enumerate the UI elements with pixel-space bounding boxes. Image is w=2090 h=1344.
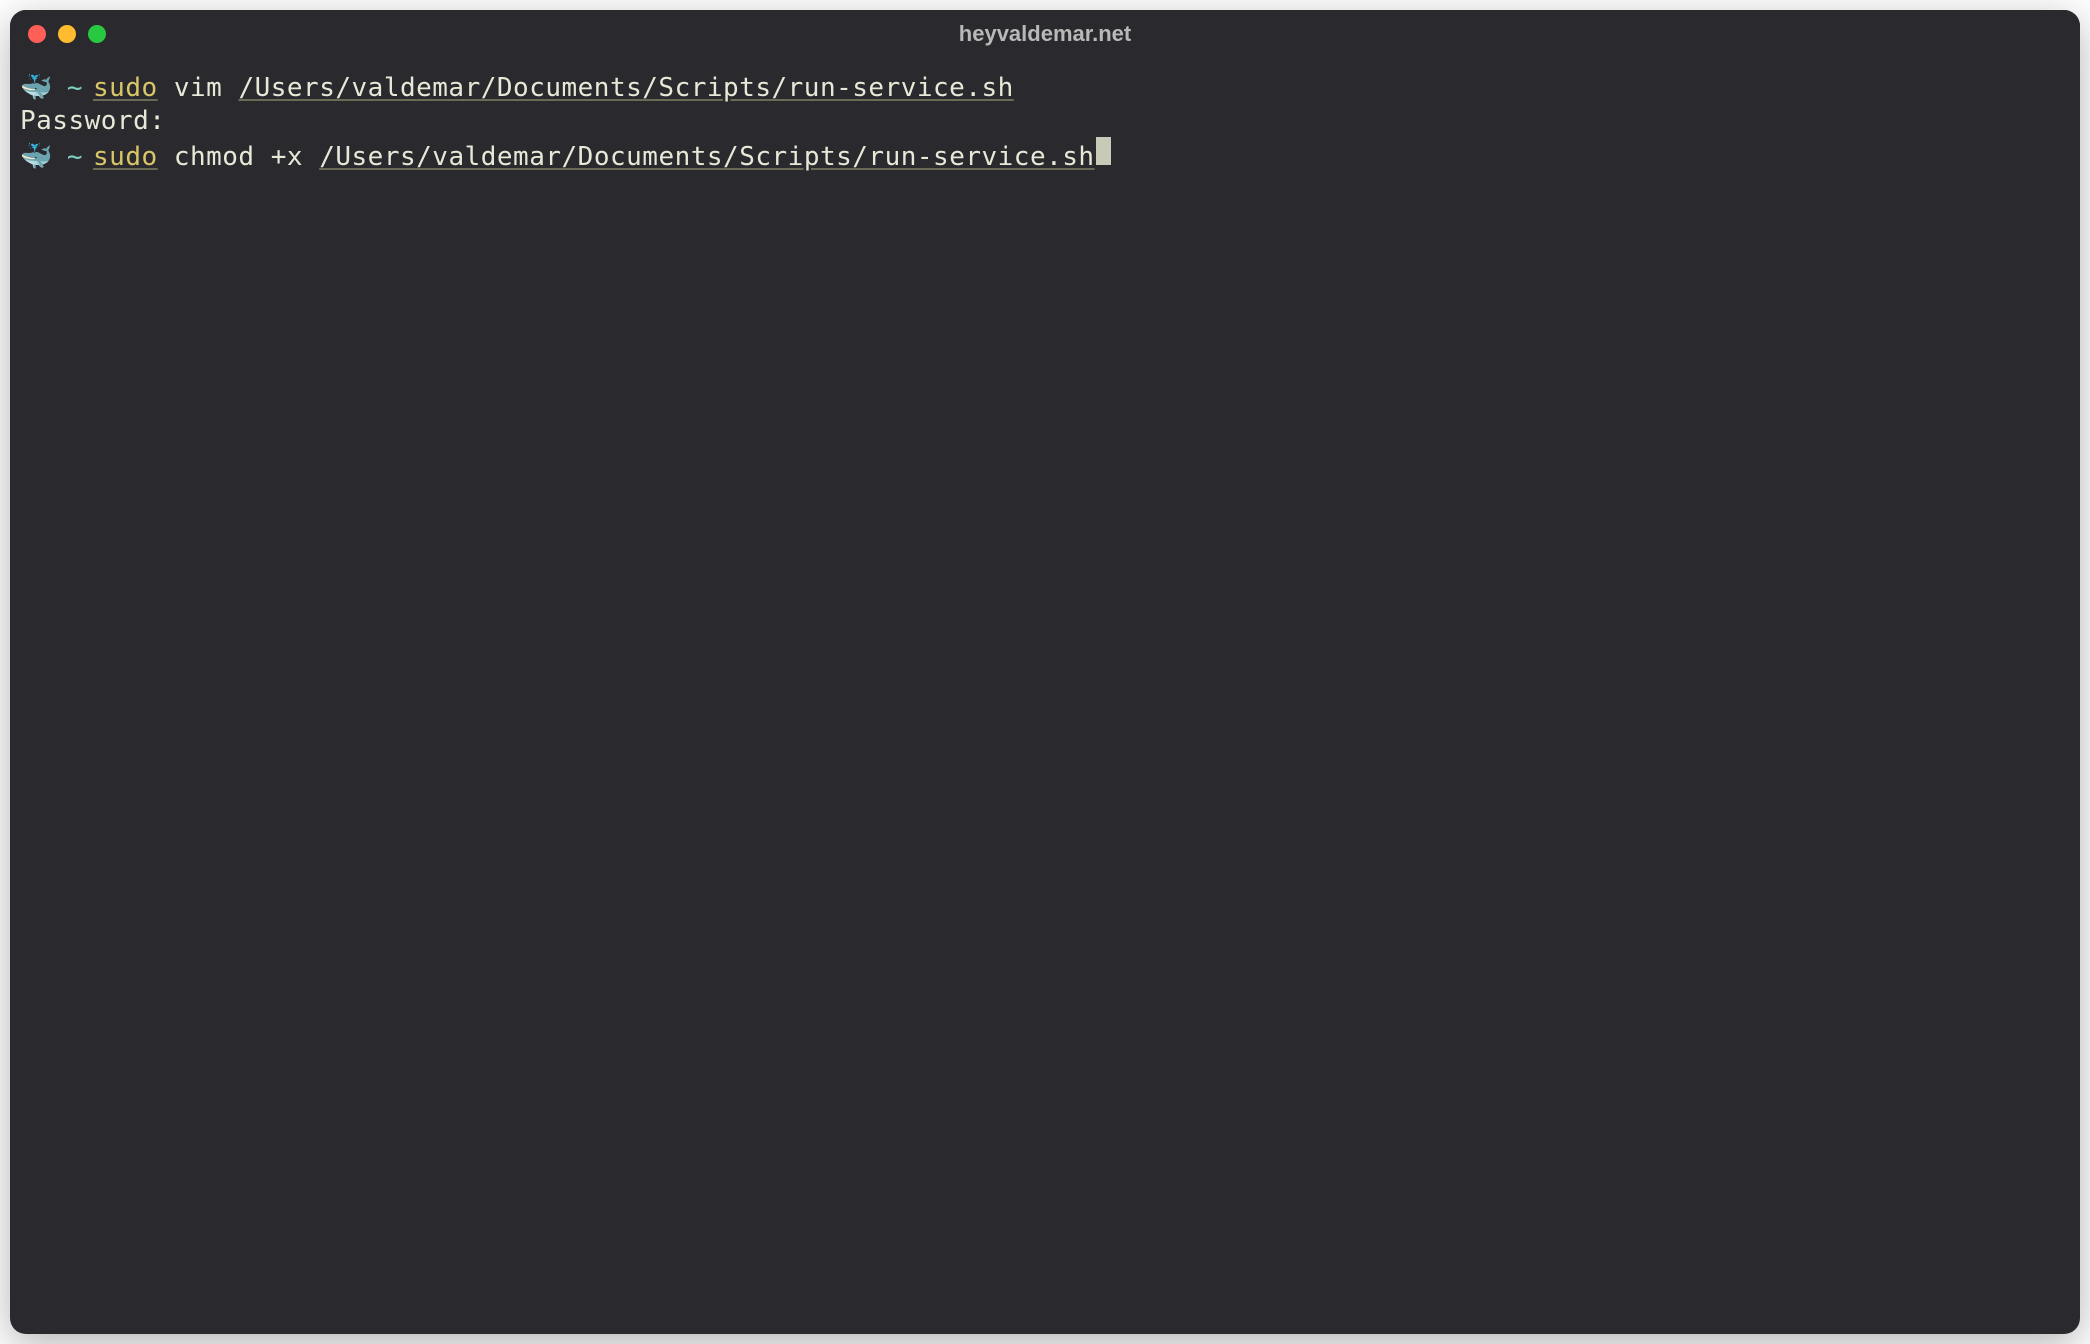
file-path: /Users/valdemar/Documents/Scripts/run-se…	[238, 72, 1013, 105]
prompt-tilde: ~	[67, 141, 83, 174]
command-name: vim	[174, 72, 222, 105]
prompt-tilde: ~	[67, 72, 83, 105]
password-prompt: Password:	[20, 105, 165, 138]
close-button[interactable]	[28, 25, 46, 43]
sudo-command: sudo	[93, 141, 158, 174]
cursor	[1096, 137, 1111, 165]
terminal-line-3: 🐳 ~ sudo chmod +x /Users/valdemar/Docume…	[20, 137, 2070, 174]
sudo-command: sudo	[93, 72, 158, 105]
terminal-window: heyvaldemar.net 🐳 ~ sudo vim /Users/vald…	[10, 10, 2080, 1334]
terminal-line-1: 🐳 ~ sudo vim /Users/valdemar/Documents/S…	[20, 72, 2070, 105]
command-name: chmod	[174, 141, 255, 174]
whale-icon: 🐳	[20, 141, 53, 174]
file-path: /Users/valdemar/Documents/Scripts/run-se…	[319, 141, 1094, 174]
window-title: heyvaldemar.net	[959, 21, 1131, 47]
minimize-button[interactable]	[58, 25, 76, 43]
terminal-body[interactable]: 🐳 ~ sudo vim /Users/valdemar/Documents/S…	[10, 58, 2080, 1334]
command-arg: +x	[271, 141, 303, 174]
title-bar: heyvaldemar.net	[10, 10, 2080, 58]
maximize-button[interactable]	[88, 25, 106, 43]
traffic-lights	[28, 25, 106, 43]
whale-icon: 🐳	[20, 72, 53, 105]
terminal-line-2: Password:	[20, 105, 2070, 138]
